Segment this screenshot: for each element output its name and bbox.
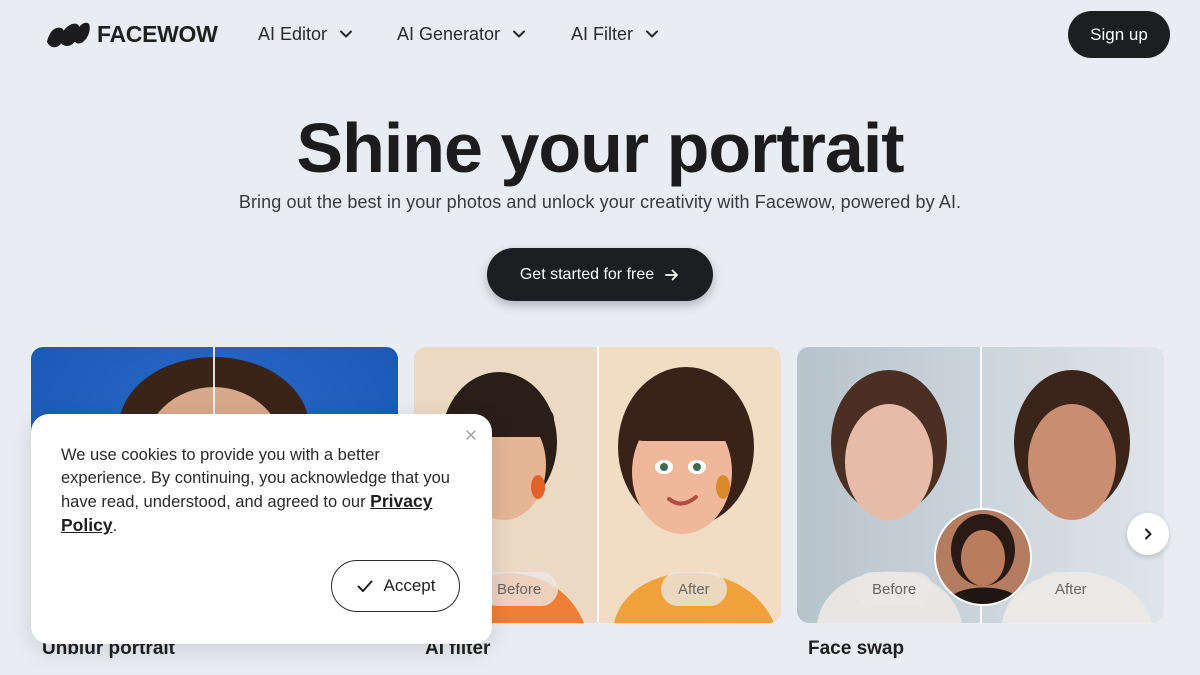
carousel-next-button[interactable] [1127,513,1169,555]
hero-subtitle: Bring out the best in your photos and un… [238,192,962,212]
get-started-button[interactable]: Get started for free [487,248,713,301]
nav-ai-generator-label: AI Generator [397,23,501,44]
cookie-banner: We use cookies to provide you with a bet… [31,414,492,644]
accept-label: Accept [383,576,436,595]
nav-ai-filter-label: AI Filter [571,23,634,44]
face-swap-after-label: After [1038,572,1104,606]
check-icon [357,580,372,592]
cookie-message-suffix: . [112,517,118,535]
top-nav: FACEWOW AI Editor AI Generator AI Filter… [0,0,1200,70]
face-swap-before-label: Before [855,572,934,606]
close-icon[interactable] [464,428,478,442]
chevron-right-icon [1145,528,1152,540]
cookie-message: We use cookies to provide you with a bet… [61,444,461,538]
nav-ai-editor[interactable]: AI Editor [258,20,353,48]
chevron-down-icon [340,30,353,38]
nav-ai-editor-label: AI Editor [258,23,328,44]
facewow-logo-icon [45,18,91,50]
chevron-down-icon [646,30,659,38]
arrow-right-icon [665,269,679,280]
brand-name: FACEWOW [97,20,218,47]
get-started-label: Get started for free [519,265,655,283]
accept-cookies-button[interactable]: Accept [331,560,460,612]
brand-logo[interactable]: FACEWOW [45,18,218,50]
chevron-down-icon [513,30,526,38]
card-title-face-swap[interactable]: Face swap [808,638,904,660]
ai-filter-after-label: After [661,572,727,606]
face-swap-source-avatar [934,508,1032,606]
sign-up-button[interactable]: Sign up [1068,11,1170,58]
nav-ai-filter[interactable]: AI Filter [571,20,659,48]
hero-title: Shine your portrait [296,109,904,187]
nav-ai-generator[interactable]: AI Generator [397,20,526,48]
